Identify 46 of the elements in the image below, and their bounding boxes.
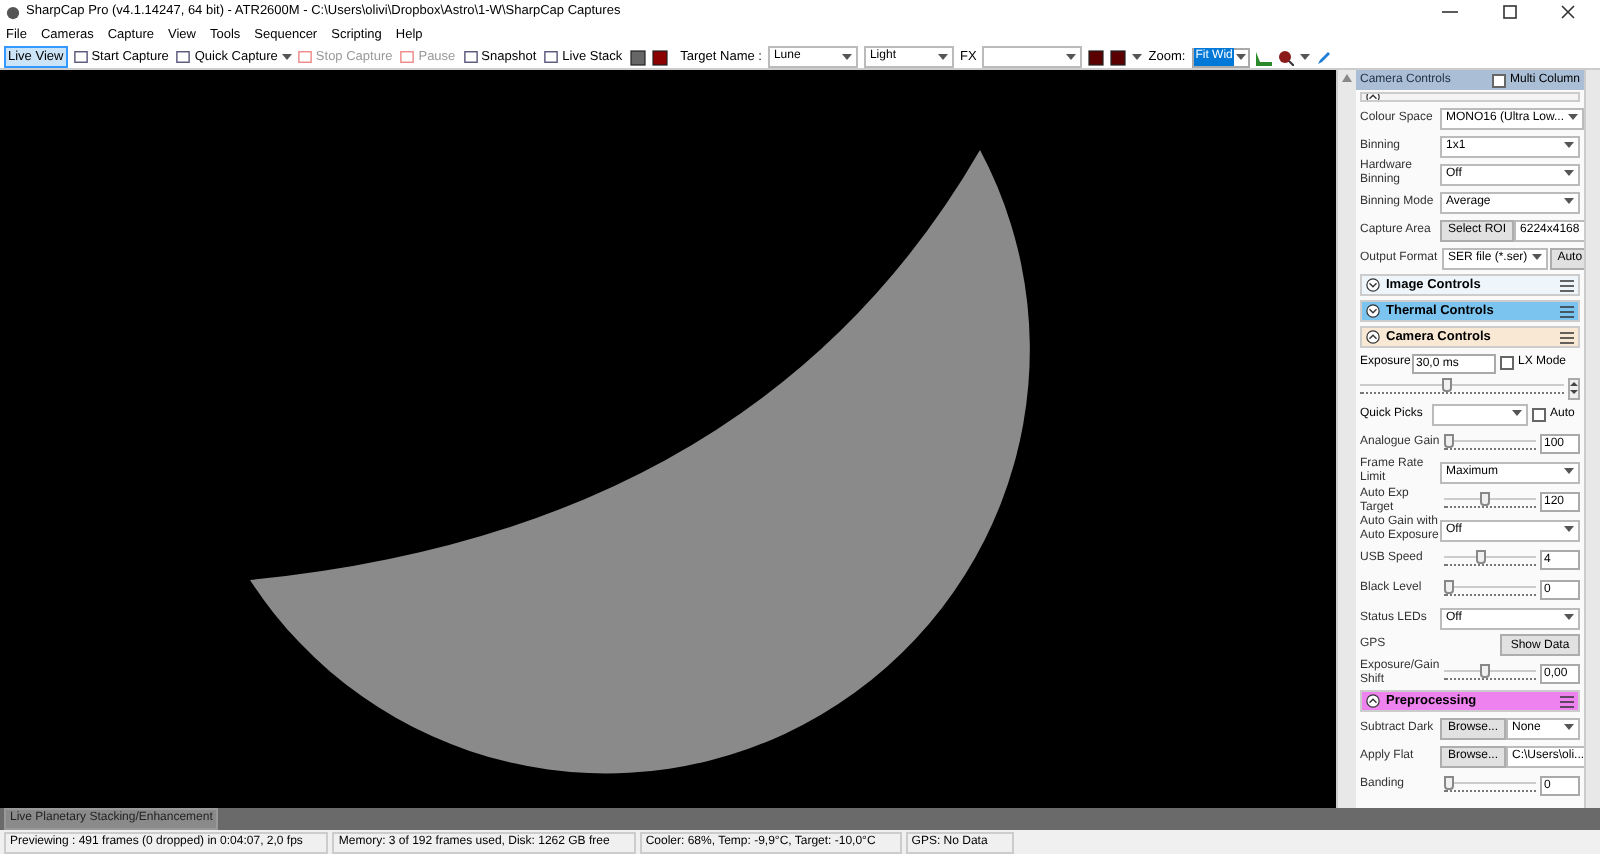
caret-icon [1564, 724, 1574, 732]
checkbox[interactable] [1532, 407, 1546, 421]
spin-buttons[interactable] [1568, 377, 1580, 399]
collapse-icon[interactable] [1366, 330, 1380, 344]
magnifier-icon[interactable] [1278, 49, 1295, 65]
expand-icon[interactable] [1366, 304, 1380, 318]
menu-icon[interactable] [1560, 331, 1574, 343]
scrollbar[interactable] [1584, 70, 1600, 808]
menu-icon[interactable] [1560, 279, 1574, 291]
caret-icon [1564, 198, 1574, 206]
toolbar-icon [297, 50, 312, 64]
checkbox[interactable] [1500, 356, 1514, 370]
caret-icon [1531, 254, 1542, 262]
caret-icon [937, 53, 948, 61]
toolbar-icon [544, 50, 559, 64]
slider-thumb[interactable] [1444, 433, 1454, 447]
toolbar-icon [73, 50, 88, 64]
caret-icon [1564, 614, 1574, 622]
collapse-icon[interactable] [1366, 694, 1380, 708]
toolbar-icon [400, 50, 415, 64]
expand-icon[interactable] [1366, 278, 1380, 292]
caret-icon [1066, 53, 1077, 61]
caret-icon [1564, 170, 1574, 178]
menu-icon[interactable] [1560, 305, 1574, 317]
slider-thumb[interactable] [1444, 579, 1454, 593]
caret-icon [1132, 53, 1143, 61]
app-icon [6, 5, 20, 19]
checkbox[interactable] [1491, 73, 1506, 87]
slider-thumb[interactable] [1444, 775, 1454, 789]
caret-icon [1300, 53, 1311, 61]
slider-thumb[interactable] [1480, 663, 1491, 677]
caret-icon [1564, 142, 1574, 150]
menu-icon[interactable] [1560, 695, 1574, 707]
toolbar-icon [463, 50, 478, 64]
caret-icon [1512, 410, 1522, 418]
slider-thumb[interactable] [1476, 549, 1487, 563]
caret-icon [1236, 53, 1247, 61]
caret-icon [281, 53, 292, 61]
scroll-up-icon[interactable] [1342, 74, 1352, 82]
caret-icon [1564, 468, 1574, 476]
caret-icon [841, 53, 852, 61]
toolbar-icon [176, 50, 191, 64]
slider-thumb[interactable] [1480, 491, 1491, 505]
caret-icon [1564, 526, 1574, 534]
slider-thumb[interactable] [1441, 378, 1452, 392]
caret-icon [1568, 114, 1579, 122]
